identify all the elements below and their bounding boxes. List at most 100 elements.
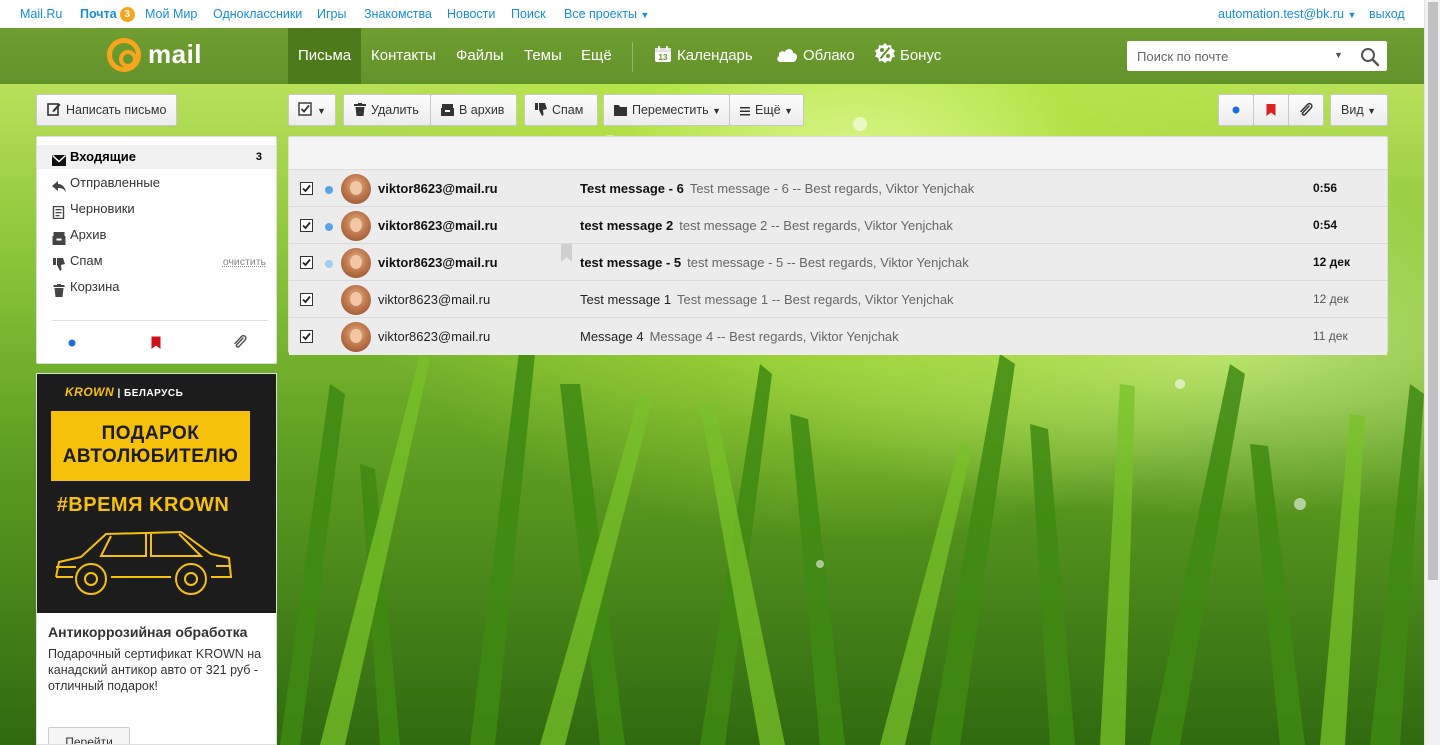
cloud-link[interactable]: Облако bbox=[766, 28, 865, 84]
message-sender: viktor8623@mail.ru bbox=[378, 292, 491, 307]
filter-unread-button[interactable] bbox=[1218, 94, 1254, 126]
at-logo-icon bbox=[107, 38, 141, 72]
message-time: 12 дек bbox=[1313, 292, 1349, 306]
message-sender: viktor8623@mail.ru bbox=[378, 329, 491, 344]
unread-dot-icon[interactable] bbox=[325, 223, 333, 231]
project-link-search[interactable]: Поиск bbox=[511, 7, 546, 21]
chevron-down-icon: ▼ bbox=[317, 106, 326, 116]
move-dropdown[interactable]: Переместить ▼ bbox=[603, 94, 730, 126]
message-snippet: test message 2 -- Best regards, Viktor Y… bbox=[679, 218, 953, 233]
all-projects-dropdown[interactable]: Все проекты ▼ bbox=[564, 7, 649, 21]
message-row[interactable]: viktor8623@mail.ru test message - 5 test … bbox=[289, 244, 1387, 281]
tab-themes[interactable]: Темы bbox=[514, 28, 572, 84]
unread-dot-icon bbox=[1232, 106, 1240, 114]
sidebar-item-spam[interactable]: Спам очистить bbox=[37, 249, 276, 273]
pencil-icon bbox=[47, 97, 61, 127]
tab-contacts[interactable]: Контакты bbox=[361, 28, 446, 84]
message-row[interactable]: viktor8623@mail.ru Message 4 Message 4 --… bbox=[289, 318, 1387, 355]
draft-icon bbox=[52, 203, 66, 220]
archive-button[interactable]: В архив bbox=[430, 94, 517, 126]
flag-icon bbox=[1266, 104, 1276, 116]
view-dropdown[interactable]: Вид ▼ bbox=[1330, 94, 1388, 126]
sidebar-item-drafts[interactable]: Черновики bbox=[37, 197, 276, 221]
message-row[interactable]: viktor8623@mail.ru Test message - 6 Test … bbox=[289, 170, 1387, 207]
menu-lines-icon bbox=[740, 97, 750, 127]
message-time: 0:54 bbox=[1313, 218, 1338, 232]
attachment-filter-paperclip-icon[interactable] bbox=[232, 335, 248, 351]
sidebar-item-sent[interactable]: Отправленные bbox=[37, 171, 276, 195]
unread-filter-dot-icon[interactable] bbox=[64, 335, 80, 351]
message-time: 11 дек bbox=[1313, 329, 1348, 343]
row-checkbox[interactable] bbox=[300, 182, 313, 195]
unread-dot-icon[interactable] bbox=[325, 186, 333, 194]
row-checkbox[interactable] bbox=[300, 256, 313, 269]
more-actions-dropdown[interactable]: Ещё ▼ bbox=[729, 94, 804, 126]
search-input[interactable] bbox=[1127, 41, 1327, 71]
ad-title[interactable]: Антикоррозийная обработка bbox=[48, 624, 247, 640]
message-snippet: Message 4 -- Best regards, Viktor Yenjch… bbox=[649, 329, 899, 344]
message-row[interactable]: viktor8623@mail.ru test message 2 test me… bbox=[289, 207, 1387, 244]
message-snippet: Test message - 6 -- Best regards, Viktor… bbox=[689, 181, 975, 196]
mail-unread-badge: 3 bbox=[119, 7, 135, 22]
project-link-dating[interactable]: Знакомства bbox=[364, 7, 432, 21]
avatar bbox=[341, 211, 371, 241]
message-list: viktor8623@mail.ru Test message - 6 Test … bbox=[288, 136, 1388, 355]
select-all-dropdown[interactable]: ▼ bbox=[288, 94, 336, 126]
cloud-icon bbox=[776, 31, 798, 87]
filter-flagged-button[interactable] bbox=[1253, 94, 1289, 126]
row-checkbox[interactable] bbox=[300, 330, 313, 343]
ad-banner-image[interactable]: KROWN | БЕЛАРУСЬ ПОДАРОК АВТОЛЮБИТЕЛЮ #В… bbox=[37, 374, 276, 613]
avatar bbox=[341, 248, 371, 278]
project-link-mailru[interactable]: Mail.Ru bbox=[20, 7, 62, 21]
spam-button[interactable]: Спам bbox=[524, 94, 598, 126]
sidebar-ad[interactable]: KROWN | БЕЛАРУСЬ ПОДАРОК АВТОЛЮБИТЕЛЮ #В… bbox=[36, 373, 277, 745]
message-subject: Test message - 6 Test message - 6 -- Best… bbox=[580, 181, 975, 196]
ad-go-button[interactable]: Перейти bbox=[48, 727, 130, 744]
row-checkbox[interactable] bbox=[300, 293, 313, 306]
bonus-link[interactable]: Бонус bbox=[865, 28, 951, 84]
project-link-games[interactable]: Игры bbox=[317, 7, 346, 21]
calendar-link[interactable]: 13 Календарь bbox=[644, 28, 763, 84]
mail-logo[interactable]: mail bbox=[107, 38, 217, 74]
sidebar-divider bbox=[52, 320, 268, 321]
tab-more[interactable]: Ещё bbox=[571, 28, 622, 84]
flag-placeholder-icon[interactable] bbox=[561, 244, 572, 262]
project-link-news[interactable]: Новости bbox=[447, 7, 495, 21]
project-link-moi-mir[interactable]: Мой Мир bbox=[145, 7, 197, 21]
search-icon[interactable] bbox=[1359, 46, 1381, 68]
page-scrollbar[interactable] bbox=[1424, 0, 1440, 745]
chevron-down-icon: ▼ bbox=[712, 106, 721, 116]
empty-spam-link[interactable]: очистить bbox=[223, 250, 266, 274]
flagged-filter-icon[interactable] bbox=[148, 335, 164, 351]
folder-label: Корзина bbox=[70, 279, 120, 294]
tab-files[interactable]: Файлы bbox=[446, 28, 514, 84]
project-link-mail[interactable]: Почта 3 bbox=[80, 7, 135, 22]
logout-link[interactable]: выход bbox=[1369, 7, 1405, 21]
row-checkbox[interactable] bbox=[300, 219, 313, 232]
filter-attachment-button[interactable] bbox=[1288, 94, 1324, 126]
mail-search-box: ▼ bbox=[1127, 41, 1387, 71]
search-options-chevron-icon[interactable]: ▼ bbox=[1334, 50, 1343, 60]
project-link-ok[interactable]: Одноклассники bbox=[213, 7, 302, 21]
folder-sidebar: Входящие 3 Отправленные Черновики Архив … bbox=[36, 136, 277, 364]
percent-badge-icon bbox=[875, 31, 895, 87]
message-list-header bbox=[289, 137, 1387, 170]
message-time: 0:56 bbox=[1313, 181, 1338, 195]
delete-button[interactable]: Удалить bbox=[343, 94, 431, 126]
car-outline-icon bbox=[55, 530, 233, 595]
main-header: mail Письма Контакты Файлы Темы Ещё 13 К… bbox=[0, 28, 1424, 84]
sidebar-item-trash[interactable]: Корзина bbox=[37, 275, 276, 299]
ad-description: Подарочный сертификат KROWN на канадский… bbox=[48, 647, 262, 693]
sidebar-item-inbox[interactable]: Входящие 3 bbox=[37, 145, 276, 169]
avatar bbox=[341, 174, 371, 204]
unread-dot-icon[interactable] bbox=[325, 260, 333, 268]
tab-letters[interactable]: Письма bbox=[288, 28, 362, 84]
user-account-dropdown[interactable]: automation.test@bk.ru ▼ bbox=[1218, 7, 1356, 21]
message-row[interactable]: viktor8623@mail.ru Test message 1 Test me… bbox=[289, 281, 1387, 318]
avatar bbox=[341, 285, 371, 315]
message-sender: viktor8623@mail.ru bbox=[378, 255, 498, 270]
scrollbar-thumb[interactable] bbox=[1428, 2, 1438, 580]
compose-button[interactable]: Написать письмо bbox=[36, 94, 177, 126]
ad-banner-headline: ПОДАРОК АВТОЛЮБИТЕЛЮ bbox=[51, 411, 250, 481]
sidebar-item-archive[interactable]: Архив bbox=[37, 223, 276, 247]
